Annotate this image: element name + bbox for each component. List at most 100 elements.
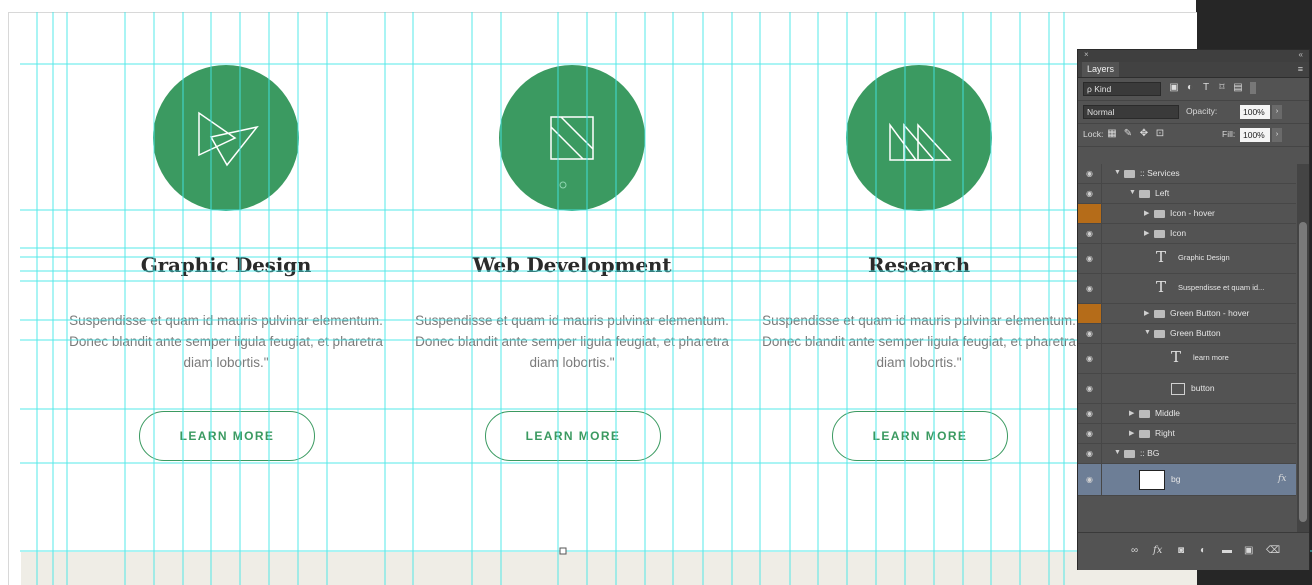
layer-row[interactable]: ◉ T Graphic Design bbox=[1078, 244, 1296, 274]
layer-row[interactable]: ◉ button bbox=[1078, 374, 1296, 404]
folder-icon bbox=[1154, 330, 1165, 338]
expanded-triangle-icon[interactable]: ▼ bbox=[1114, 169, 1121, 176]
visibility-eye-icon[interactable]: ◉ bbox=[1078, 224, 1102, 243]
service-card-web-development: Web Development Suspendisse et quam id m… bbox=[412, 13, 732, 553]
layer-row[interactable]: ▶ Icon - hover bbox=[1078, 204, 1296, 224]
expanded-triangle-icon[interactable]: ▼ bbox=[1114, 449, 1121, 456]
link-icon[interactable]: ∞ bbox=[1131, 545, 1138, 556]
layer-row[interactable]: ◉ ▼ Green Button bbox=[1078, 324, 1296, 344]
collapsed-triangle-icon[interactable]: ▶ bbox=[1129, 409, 1134, 417]
learn-more-button[interactable]: LEARN MORE bbox=[832, 411, 1008, 461]
visibility-eye-icon[interactable]: ◉ bbox=[1078, 244, 1102, 273]
lock-image-icon[interactable]: ✎ bbox=[1122, 128, 1134, 140]
scrollbar-thumb[interactable] bbox=[1299, 222, 1307, 522]
layers-panel[interactable]: × « Layers ≡ ρ Kind ▣ ◐ T ⌑ ▤ Normal Opa… bbox=[1077, 49, 1310, 570]
visibility-eye-icon[interactable]: ◉ bbox=[1078, 464, 1102, 495]
photoshop-workspace: Graphic Design Suspendisse et quam id ma… bbox=[0, 0, 1312, 585]
layer-name: Green Button bbox=[1170, 328, 1221, 338]
layer-row[interactable]: ◉ T Suspendisse et quam id... bbox=[1078, 274, 1296, 304]
lock-label: Lock: bbox=[1083, 129, 1104, 139]
footer-background-band bbox=[21, 552, 1197, 585]
blend-mode-select[interactable]: Normal bbox=[1083, 105, 1179, 119]
tab-layers[interactable]: Layers bbox=[1082, 62, 1120, 77]
layer-name: Graphic Design bbox=[1178, 253, 1230, 262]
expanded-triangle-icon[interactable]: ▼ bbox=[1129, 189, 1136, 196]
learn-more-button[interactable]: LEARN MORE bbox=[485, 411, 661, 461]
service-title: Research bbox=[868, 253, 970, 277]
collapsed-triangle-icon[interactable]: ▶ bbox=[1129, 429, 1134, 437]
visibility-eye-icon[interactable]: ◉ bbox=[1078, 274, 1102, 303]
layer-name: Green Button - hover bbox=[1170, 308, 1250, 318]
collapsed-triangle-icon[interactable]: ▶ bbox=[1144, 309, 1149, 317]
visibility-eye-icon[interactable] bbox=[1078, 304, 1102, 323]
visibility-eye-icon[interactable]: ◉ bbox=[1078, 404, 1102, 423]
close-icon[interactable]: × bbox=[1084, 50, 1089, 59]
visibility-eye-icon[interactable] bbox=[1078, 204, 1102, 223]
panel-bottom-toolbar: ∞ fx ◙ ◐ ▬ ▣ ⌫ bbox=[1078, 532, 1309, 570]
visibility-eye-icon[interactable]: ◉ bbox=[1078, 324, 1102, 343]
layer-name: :: BG bbox=[1140, 448, 1160, 458]
layer-name: :: Services bbox=[1140, 168, 1180, 178]
folder-icon bbox=[1124, 450, 1135, 458]
mask-icon[interactable]: ◙ bbox=[1178, 545, 1184, 556]
shape-layer-icon bbox=[1171, 383, 1185, 395]
visibility-eye-icon[interactable]: ◉ bbox=[1078, 444, 1102, 463]
filter-row: ρ Kind ▣ ◐ T ⌑ ▤ bbox=[1078, 78, 1309, 101]
filter-smart-object-icon[interactable]: ▤ bbox=[1232, 82, 1244, 94]
layer-row[interactable]: ◉ fx bg bbox=[1078, 464, 1296, 496]
fx-icon[interactable]: fx bbox=[1153, 545, 1162, 556]
layer-row[interactable]: ◉ ▼ Left bbox=[1078, 184, 1296, 204]
filter-kind-select[interactable]: ρ Kind bbox=[1083, 82, 1161, 96]
lock-row: Lock: ▦ ✎ ✥ ⊡ Fill: 100% › bbox=[1078, 124, 1309, 147]
visibility-eye-icon[interactable]: ◉ bbox=[1078, 164, 1102, 183]
expanded-triangle-icon[interactable]: ▼ bbox=[1144, 329, 1151, 336]
opacity-input[interactable]: 100% bbox=[1240, 105, 1270, 119]
layer-effects-icon[interactable]: fx bbox=[1278, 474, 1286, 484]
service-title: Graphic Design bbox=[140, 253, 312, 277]
visibility-eye-icon[interactable]: ◉ bbox=[1078, 344, 1102, 373]
layer-row[interactable]: ◉ ▼:: Services bbox=[1078, 164, 1296, 184]
collapse-icon[interactable]: « bbox=[1299, 50, 1303, 59]
new-group-icon[interactable]: ▬ bbox=[1222, 545, 1232, 556]
fill-label: Fill: bbox=[1222, 129, 1236, 139]
layer-name: bg bbox=[1171, 474, 1181, 484]
lock-position-icon[interactable]: ✥ bbox=[1138, 128, 1150, 140]
filter-shape-icon[interactable]: ⌑ bbox=[1216, 82, 1228, 94]
layer-row[interactable]: ◉ ▼:: BG bbox=[1078, 444, 1296, 464]
visibility-eye-icon[interactable]: ◉ bbox=[1078, 184, 1102, 203]
panel-title-bar[interactable]: × « bbox=[1078, 50, 1309, 62]
layer-row[interactable]: ◉ ▶ Middle bbox=[1078, 404, 1296, 424]
layer-list-scrollbar[interactable] bbox=[1297, 164, 1309, 532]
layer-row[interactable]: ◉ Tlearn more bbox=[1078, 344, 1296, 374]
service-description: Suspendisse et quam id mauris pulvinar e… bbox=[762, 313, 1076, 370]
visibility-eye-icon[interactable]: ◉ bbox=[1078, 424, 1102, 443]
filter-type-icon[interactable]: T bbox=[1200, 82, 1212, 94]
text-layer-icon: T bbox=[1171, 348, 1182, 366]
new-layer-icon[interactable]: ▣ bbox=[1244, 545, 1253, 556]
lock-transparent-icon[interactable]: ▦ bbox=[1106, 128, 1118, 140]
collapsed-triangle-icon[interactable]: ▶ bbox=[1144, 209, 1149, 217]
layer-name: Middle bbox=[1155, 408, 1181, 418]
adjustment-icon[interactable]: ◐ bbox=[1200, 545, 1206, 556]
layer-row[interactable]: ▶ Green Button - hover bbox=[1078, 304, 1296, 324]
fill-dropdown-icon[interactable]: › bbox=[1272, 128, 1282, 142]
layer-row[interactable]: ◉ ▶ Icon bbox=[1078, 224, 1296, 244]
layer-name: Icon bbox=[1170, 228, 1187, 238]
overlapping-triangles-icon bbox=[198, 111, 259, 167]
folder-icon bbox=[1139, 190, 1150, 198]
service-card-graphic-design: Graphic Design Suspendisse et quam id ma… bbox=[66, 13, 386, 553]
layer-row[interactable]: ◉ ▶ Right bbox=[1078, 424, 1296, 444]
lock-all-icon[interactable]: ⊡ bbox=[1154, 128, 1166, 140]
filter-adjustment-icon[interactable]: ◐ bbox=[1184, 82, 1196, 94]
trash-icon[interactable]: ⌫ bbox=[1266, 545, 1280, 556]
panel-menu-icon[interactable]: ≡ bbox=[1298, 64, 1303, 74]
fill-input[interactable]: 100% bbox=[1240, 128, 1270, 142]
opacity-dropdown-icon[interactable]: › bbox=[1272, 105, 1282, 119]
document-canvas[interactable]: Graphic Design Suspendisse et quam id ma… bbox=[8, 12, 1197, 585]
filter-toggle-icon[interactable] bbox=[1250, 82, 1256, 94]
collapsed-triangle-icon[interactable]: ▶ bbox=[1144, 229, 1149, 237]
filter-pixel-icon[interactable]: ▣ bbox=[1168, 82, 1180, 94]
visibility-eye-icon[interactable]: ◉ bbox=[1078, 374, 1102, 403]
learn-more-button[interactable]: LEARN MORE bbox=[139, 411, 315, 461]
folder-icon bbox=[1139, 410, 1150, 418]
